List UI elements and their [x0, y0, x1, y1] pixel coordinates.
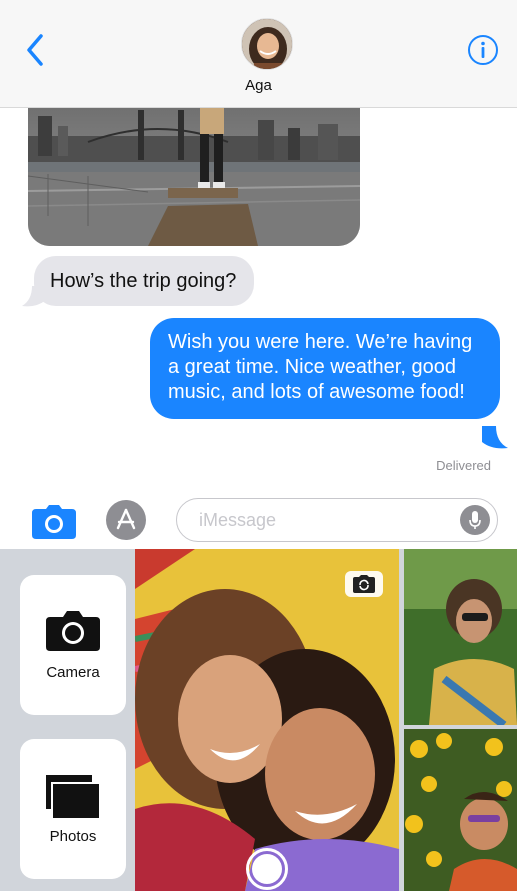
thumbnail-image	[404, 549, 517, 725]
delivery-status: Delivered	[436, 458, 491, 473]
info-icon	[468, 35, 498, 65]
flip-camera-button[interactable]	[345, 571, 383, 597]
imessage-input[interactable]	[176, 498, 498, 542]
conversation-header: Aga	[0, 0, 517, 108]
outgoing-bubble-tail	[482, 426, 508, 449]
viewfinder-image	[135, 549, 399, 891]
info-button[interactable]	[467, 34, 499, 66]
shutter-button[interactable]	[246, 848, 288, 890]
camera-tray-button[interactable]: Camera	[20, 575, 126, 715]
avatar-image	[242, 19, 292, 69]
photos-tray-button[interactable]: Photos	[20, 739, 126, 879]
camera-tray-label: Camera	[46, 664, 100, 681]
camera-viewfinder[interactable]	[135, 549, 399, 891]
app-store-button[interactable]	[106, 500, 146, 540]
photos-tray-label: Photos	[49, 828, 97, 845]
camera-icon	[32, 505, 76, 539]
incoming-message-text: How’s the trip going?	[50, 269, 237, 292]
outgoing-message-text: Wish you were here. We’re having a great…	[168, 331, 473, 403]
incoming-message-bubble[interactable]: How’s the trip going?	[34, 256, 255, 306]
media-tray: Camera Photos	[0, 549, 517, 891]
flip-camera-icon	[353, 575, 375, 593]
message-input-bar	[0, 491, 517, 549]
rooftop-photo	[28, 96, 360, 246]
photo-thumbnail[interactable]	[404, 729, 517, 891]
chevron-left-icon	[27, 34, 43, 66]
contact-avatar[interactable]	[241, 18, 293, 70]
contact-name[interactable]: Aga	[0, 77, 517, 94]
thumbnail-image	[404, 729, 517, 891]
outgoing-message-bubble[interactable]: Wish you were here. We’re having a great…	[150, 318, 500, 419]
app-store-icon	[116, 508, 136, 530]
microphone-icon	[469, 511, 481, 529]
back-button[interactable]	[18, 30, 52, 70]
camera-icon	[46, 611, 100, 651]
messages-screen: Aga How’s the trip going? Wish you were …	[0, 0, 517, 891]
photos-stack-icon	[46, 775, 100, 819]
camera-button[interactable]	[32, 505, 76, 539]
photo-thumbnail[interactable]	[404, 549, 517, 725]
photo-message[interactable]	[28, 96, 360, 246]
microphone-button[interactable]	[460, 505, 490, 535]
